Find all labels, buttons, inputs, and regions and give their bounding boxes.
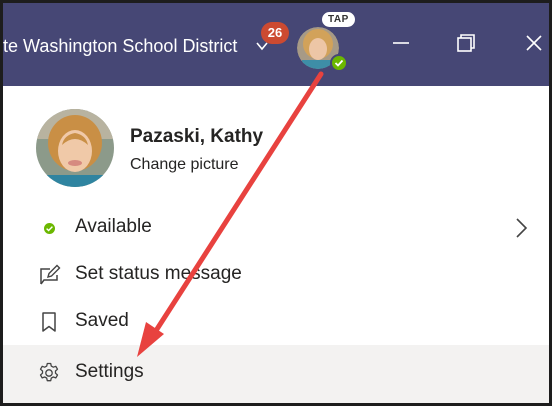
presence-available-icon xyxy=(330,54,348,72)
bookmark-icon xyxy=(42,312,56,332)
gear-icon xyxy=(39,362,59,382)
menu-item-status-message[interactable]: Set status message xyxy=(3,251,549,297)
org-name[interactable]: te Washington School District xyxy=(3,36,237,57)
settings-label: Settings xyxy=(75,361,144,382)
available-status-icon xyxy=(44,223,55,234)
teams-window: te Washington School District 26 TAP Paz… xyxy=(3,3,549,403)
saved-label: Saved xyxy=(75,310,129,331)
menu-item-availability[interactable]: Available xyxy=(3,204,549,250)
availability-label: Available xyxy=(75,216,152,237)
status-message-label: Set status message xyxy=(75,263,242,284)
profile-name: Pazaski, Kathy xyxy=(130,126,264,147)
chevron-right-icon xyxy=(516,218,528,238)
edit-status-icon xyxy=(40,264,61,285)
title-bar: te Washington School District 26 TAP xyxy=(3,3,549,86)
notification-badge: 26 xyxy=(261,22,289,44)
tap-label: TAP xyxy=(322,12,355,27)
minimize-icon[interactable] xyxy=(389,31,413,55)
profile-avatar[interactable] xyxy=(36,109,114,187)
change-picture-link[interactable]: Change picture xyxy=(130,156,239,174)
maximize-icon[interactable] xyxy=(454,31,478,55)
close-icon[interactable] xyxy=(522,31,546,55)
menu-item-settings[interactable]: Settings xyxy=(3,345,549,403)
menu-item-saved[interactable]: Saved xyxy=(3,298,549,344)
